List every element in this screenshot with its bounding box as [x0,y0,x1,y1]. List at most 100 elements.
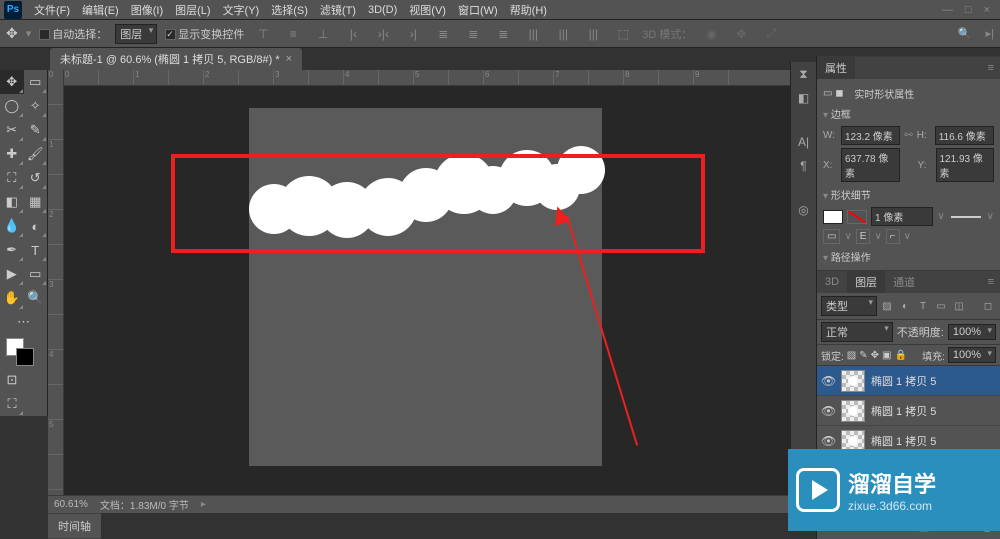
visibility-toggle[interactable]: 👁 [821,404,835,418]
menu-select[interactable]: 选择(S) [265,2,314,18]
history-brush-tool[interactable]: ↺ [24,166,48,190]
hand-tool[interactable]: ✋ [0,286,24,310]
shape-tool[interactable]: ▭ [24,262,48,286]
distribute-1-icon[interactable]: ≣ [432,24,454,44]
distribute-6-icon[interactable]: ||| [582,24,604,44]
healing-brush-tool[interactable]: ✚ [0,142,24,166]
link-wh-icon[interactable]: ⚯ [904,130,912,141]
layer-thumbnail[interactable] [841,400,865,422]
distribute-5-icon[interactable]: ||| [552,24,574,44]
layer-name[interactable]: 椭圆 1 拷贝 5 [871,433,996,449]
history-panel-icon[interactable]: ⧗ [791,62,816,86]
background-color[interactable] [16,348,34,366]
filter-smart-icon[interactable]: ◫ [951,298,967,314]
color-panel-icon[interactable]: ◧ [791,86,816,110]
maximize-button[interactable]: □ [965,4,972,16]
screenmode-tool[interactable]: ⛶ [0,392,24,416]
eyedropper-tool[interactable]: ✎ [24,118,48,142]
menu-3d[interactable]: 3D(D) [362,4,403,16]
panel-menu-icon[interactable]: ≡ [982,62,1000,74]
auto-select-target-dropdown[interactable]: 图层 [115,24,157,44]
minimize-button[interactable]: — [942,4,953,16]
lock-artboard-icon[interactable]: ▣ [882,350,891,361]
visibility-toggle[interactable]: 👁 [821,434,835,448]
stroke-color-swatch[interactable] [847,210,867,224]
menu-view[interactable]: 视图(V) [403,2,452,18]
quickmask-tool[interactable]: ⊡ [0,368,24,392]
width-input[interactable]: 123.2 像素 [841,126,900,145]
layers-panel-menu-icon[interactable]: ≡ [982,276,1000,288]
pen-tool[interactable]: ✒ [0,238,24,262]
blend-mode-dropdown[interactable]: 正常 [821,322,893,342]
character-panel-icon[interactable]: A| [791,130,816,154]
menu-layer[interactable]: 图层(L) [169,2,216,18]
timeline-tab-label[interactable]: 时间轴 [48,514,101,538]
layer-name[interactable]: 椭圆 1 拷贝 5 [871,373,996,389]
crop-tool[interactable]: ✂ [0,118,24,142]
align-left-icon[interactable]: |‹ [342,24,364,44]
menu-type[interactable]: 文字(Y) [217,2,266,18]
move-tool[interactable]: ✥ [0,70,24,94]
filter-shape-icon[interactable]: ▭ [933,298,949,314]
gradient-tool[interactable]: ▦ [24,190,48,214]
clone-stamp-tool[interactable]: ⛶ [0,166,24,190]
workspace-menu-icon[interactable]: ▸| [986,27,994,40]
document-info[interactable]: 文档：1.83M/0 字节 [100,497,189,512]
filter-pixel-icon[interactable]: ▨ [879,298,895,314]
x-input[interactable]: 637.78 像素 [841,148,900,182]
path-selection-tool[interactable]: ▶ [0,262,24,286]
filter-adjust-icon[interactable]: ◐ [897,298,913,314]
layer-item[interactable]: 👁 椭圆 1 拷贝 5 [817,396,1000,426]
distribute-2-icon[interactable]: ≣ [462,24,484,44]
layers-tab[interactable]: 图层 [847,271,885,293]
align-bottom-icon[interactable]: ⊥ [312,24,334,44]
shape-details-section[interactable]: 形状细节 [823,185,994,204]
magic-wand-tool[interactable]: ✧ [24,94,48,118]
visibility-toggle[interactable]: 👁 [821,374,835,388]
align-hcenter-icon[interactable]: ›|‹ [372,24,394,44]
brush-tool[interactable]: 🖌 [24,142,48,166]
filter-toggle[interactable]: ◻ [980,298,996,314]
layer-thumbnail[interactable] [841,370,865,392]
fill-color-swatch[interactable] [823,210,843,224]
zoom-level[interactable]: 60.61% [54,499,88,510]
layer-name[interactable]: 椭圆 1 拷贝 5 [871,403,996,419]
3d-tab[interactable]: 3D [817,273,847,291]
path-ops-section[interactable]: 路径操作 [823,247,994,266]
edit-toolbar[interactable]: ⋯ [0,310,47,334]
marquee-tool[interactable]: ▭ [24,70,48,94]
fill-input[interactable]: 100% [948,347,996,363]
height-input[interactable]: 116.6 像素 [935,126,994,145]
align-vcenter-icon[interactable]: ≡ [282,24,304,44]
document-tab-close[interactable]: × [286,53,292,65]
menu-filter[interactable]: 滤镜(T) [314,2,362,18]
menu-file[interactable]: 文件(F) [28,2,76,18]
search-icon[interactable]: 🔍 [958,27,972,40]
close-button[interactable]: × [984,4,990,16]
auto-select-checkbox[interactable] [39,29,50,40]
opacity-input[interactable]: 100% [948,324,996,340]
paragraph-panel-icon[interactable]: ¶ [791,154,816,178]
3d-pan-icon[interactable]: ✥ [730,24,752,44]
stroke-align-icon[interactable]: ▭ [823,229,840,244]
align-right-icon[interactable]: ›| [402,24,424,44]
menu-window[interactable]: 窗口(W) [452,2,504,18]
properties-tab[interactable]: 属性 [817,57,855,79]
canvas-area[interactable] [64,86,790,495]
filter-type-dropdown[interactable]: 类型 [821,296,877,316]
layer-item[interactable]: 👁 椭圆 1 拷贝 5 [817,366,1000,396]
menu-edit[interactable]: 编辑(E) [76,2,125,18]
bounds-section[interactable]: 边框 [823,104,994,123]
stroke-caps-icon[interactable]: E [856,229,871,244]
zoom-tool[interactable]: 🔍 [24,286,48,310]
stroke-style-dropdown[interactable] [951,216,981,218]
align-top-icon[interactable]: ⊤ [252,24,274,44]
eraser-tool[interactable]: ◧ [0,190,24,214]
lock-pixels-icon[interactable]: ✎ [859,350,867,361]
3d-zoom-icon[interactable]: ⤢ [760,24,782,44]
distribute-4-icon[interactable]: ||| [522,24,544,44]
arrange-icon[interactable]: ⬚ [612,24,634,44]
menu-help[interactable]: 帮助(H) [504,2,553,18]
3d-orbit-icon[interactable]: ◉ [700,24,722,44]
document-tab[interactable]: 未标题-1 @ 60.6% (椭圆 1 拷贝 5, RGB/8#) * × [50,48,302,70]
